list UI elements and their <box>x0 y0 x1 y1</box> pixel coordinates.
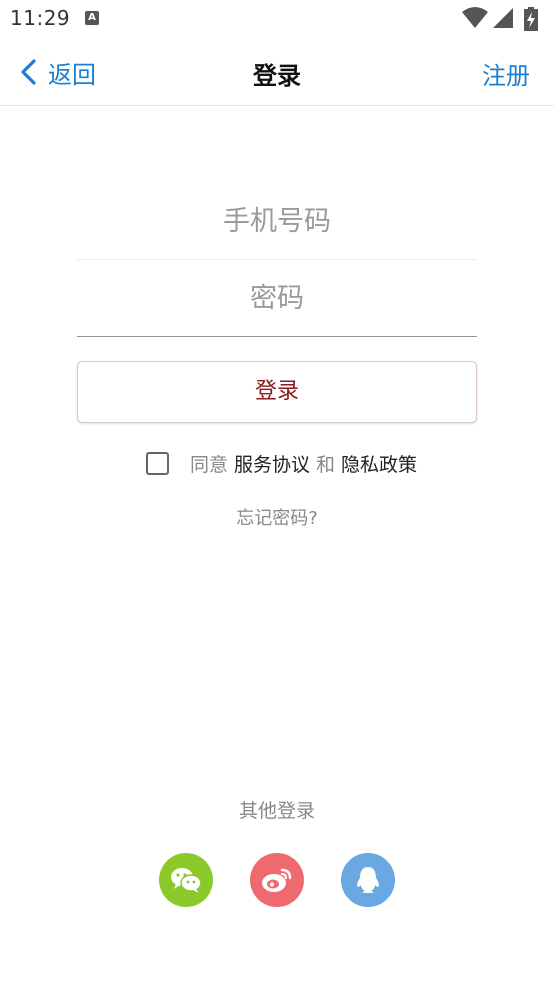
battery-charging-icon <box>524 7 538 31</box>
phone-input[interactable] <box>77 183 477 259</box>
agree-prefix: 同意 <box>190 453 229 476</box>
qq-login-button[interactable] <box>341 853 395 907</box>
service-terms-link[interactable]: 服务协议 <box>234 450 310 477</box>
forgot-password-link[interactable]: 忘记密码? <box>0 504 554 530</box>
weibo-icon <box>262 868 292 892</box>
status-indicators <box>462 7 542 31</box>
register-button[interactable]: 注册 <box>482 56 530 91</box>
notification-a-icon: A <box>85 11 99 25</box>
password-input[interactable] <box>77 260 477 336</box>
status-time: 11:29 <box>10 6 71 30</box>
privacy-policy-link[interactable]: 隐私政策 <box>341 450 417 477</box>
back-label: 返回 <box>48 60 96 89</box>
chevron-left-icon <box>21 59 36 85</box>
other-login-label: 其他登录 <box>238 800 315 822</box>
status-bar: 11:29 A <box>0 0 554 38</box>
agreement-row: 同意 服务协议 和 隐私政策 <box>146 449 417 477</box>
wifi-icon <box>462 7 488 28</box>
login-form <box>77 183 477 337</box>
login-button[interactable]: 登录 <box>77 361 477 423</box>
wechat-icon <box>171 868 202 893</box>
nav-bar: 返回 登录 注册 <box>0 38 554 106</box>
weibo-login-button[interactable] <box>250 853 304 907</box>
signal-icon <box>493 8 513 28</box>
agree-conjunction: 和 <box>316 453 336 476</box>
wechat-login-button[interactable] <box>159 853 213 907</box>
phone-field <box>77 183 477 260</box>
agree-checkbox[interactable] <box>146 451 169 475</box>
password-field <box>77 260 477 337</box>
back-button[interactable]: 返回 <box>18 54 96 90</box>
qq-icon <box>357 867 379 893</box>
